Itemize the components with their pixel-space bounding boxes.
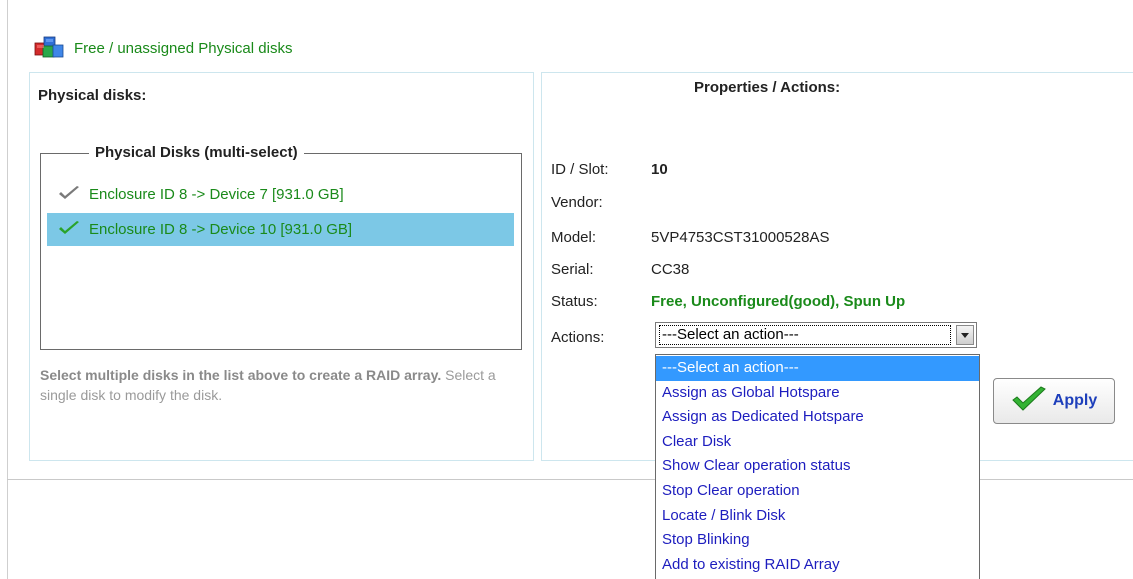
section-title: Free / unassigned Physical disks [74, 39, 293, 57]
apply-label: Apply [1052, 392, 1098, 409]
actions-dropdown-list: ---Select an action--- Assign as Global … [655, 354, 980, 579]
dropdown-option[interactable]: Locate / Blink Disk [656, 504, 979, 529]
model-value: 5VP4753CST31000528AS [651, 229, 830, 246]
dropdown-option[interactable]: Add to existing RAID Array [656, 553, 979, 578]
disk-label: Enclosure ID 8 -> Device 10 [931.0 GB] [89, 221, 353, 238]
page-frame: Free / unassigned Physical disks Physica… [0, 0, 1133, 579]
actions-select-value: ---Select an action--- [659, 325, 951, 345]
disks-stack-icon [34, 33, 70, 63]
physical-disks-fieldset: Physical Disks (multi-select) Enclosure … [40, 144, 522, 350]
disk-label: Enclosure ID 8 -> Device 7 [931.0 GB] [89, 186, 344, 203]
serial-label: Serial: [551, 261, 594, 278]
left-border [7, 0, 8, 579]
actions-label: Actions: [551, 329, 605, 346]
selection-hint: Select multiple disks in the list above … [40, 365, 510, 405]
properties-actions-heading: Properties / Actions: [694, 79, 841, 96]
id-slot-label: ID / Slot: [551, 161, 609, 178]
hint-bold-text: Select multiple disks in the list above … [40, 367, 442, 383]
vendor-label: Vendor: [551, 194, 603, 211]
model-label: Model: [551, 229, 597, 246]
id-slot-value: 10 [651, 161, 668, 178]
status-value: Free, Unconfigured(good), Spun Up [651, 293, 906, 310]
dropdown-option[interactable]: Assign as Global Hotspare [656, 381, 979, 406]
dropdown-option[interactable]: Assign as Dedicated Hotspare [656, 405, 979, 430]
checkmark-icon [57, 185, 81, 205]
status-label: Status: [551, 293, 598, 310]
checkmark-icon [57, 220, 81, 240]
dropdown-option[interactable]: Clear Disk [656, 430, 979, 455]
checkmark-icon [1011, 386, 1047, 416]
dropdown-option[interactable]: Stop Clear operation [656, 479, 979, 504]
dropdown-option[interactable]: ---Select an action--- [656, 356, 979, 381]
chevron-down-icon[interactable] [956, 325, 974, 345]
serial-value: CC38 [651, 261, 690, 278]
apply-button[interactable]: Apply [993, 378, 1115, 424]
fieldset-legend: Physical Disks (multi-select) [89, 144, 304, 161]
physical-disks-panel: Physical disks: Physical Disks (multi-se… [29, 72, 534, 461]
disk-list-item[interactable]: Enclosure ID 8 -> Device 7 [931.0 GB] [47, 178, 514, 211]
section-header: Free / unassigned Physical disks [34, 33, 292, 63]
physical-disks-heading: Physical disks: [38, 87, 147, 104]
dropdown-option[interactable]: Stop Blinking [656, 528, 979, 553]
disk-list-item-selected[interactable]: Enclosure ID 8 -> Device 10 [931.0 GB] [47, 213, 514, 246]
actions-select[interactable]: ---Select an action--- [655, 322, 977, 348]
dropdown-option[interactable]: Show Clear operation status [656, 454, 979, 479]
